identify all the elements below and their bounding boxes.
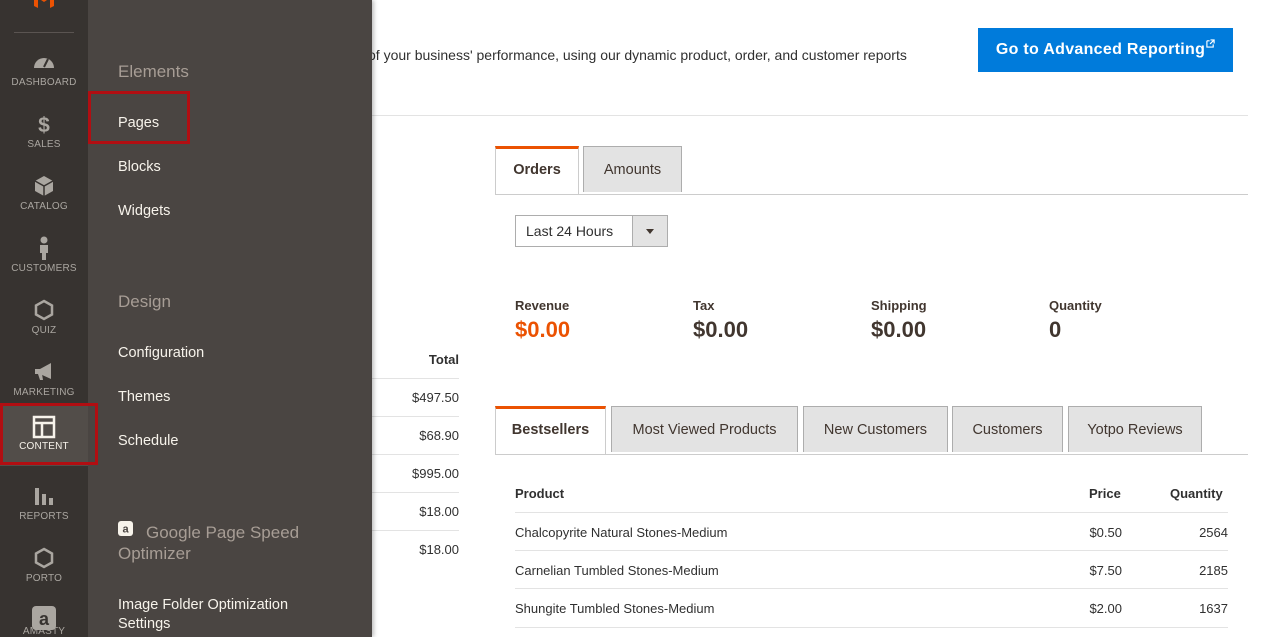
tax-value: $0.00	[693, 317, 749, 342]
table-row: $68.90	[372, 416, 459, 455]
nav-item-amasty[interactable]: a Amasty	[0, 600, 88, 637]
nav-item-dashboard[interactable]: Dashboard	[0, 44, 88, 106]
content-submenu: Elements Pages Blocks Widgets Design Con…	[88, 0, 372, 637]
price-cell: $0.50	[1089, 525, 1122, 540]
quantity-label: Quantity	[1049, 298, 1102, 313]
submenu-item-image-folder-optimization[interactable]: Image Folder Optimization Settings	[118, 596, 338, 634]
nav-item-customers[interactable]: Customers	[0, 230, 88, 292]
dollar-icon: $	[38, 114, 50, 136]
submenu-item-widgets[interactable]: Widgets	[118, 203, 170, 219]
tab-new-customers[interactable]: New Customers	[803, 406, 948, 452]
person-icon	[40, 236, 48, 260]
quantity-cell: 1637	[1199, 601, 1228, 616]
bar-chart-icon	[35, 488, 53, 505]
tab-most-viewed-products[interactable]: Most Viewed Products	[611, 406, 798, 452]
nav-item-sales[interactable]: $ Sales	[0, 106, 88, 168]
total-cell: $18.00	[419, 504, 459, 519]
nav-label: Reports	[19, 511, 69, 522]
elements-section-title: Elements	[118, 62, 189, 81]
tab-orders[interactable]: Orders	[495, 146, 579, 194]
tab-bestsellers[interactable]: Bestsellers	[495, 406, 606, 454]
layout-icon	[32, 415, 56, 439]
dashboard-icon	[34, 58, 54, 68]
tabs-baseline	[495, 194, 1248, 195]
megaphone-icon	[35, 363, 51, 380]
nav-label: Porto	[25, 573, 63, 584]
hexagon-icon	[34, 547, 54, 569]
total-cell: $497.50	[412, 390, 459, 405]
product-cell: Chalcopyrite Natural Stones-Medium	[515, 525, 728, 540]
svg-text:$: $	[38, 114, 50, 136]
price-cell: $2.00	[1089, 601, 1122, 616]
price-cell: $7.50	[1089, 563, 1122, 578]
total-column-header: Total	[428, 352, 459, 367]
nav-item-content[interactable]: Content	[0, 404, 88, 466]
nav-label: Customers	[11, 263, 77, 274]
period-select[interactable]: Last 24 Hours	[515, 215, 668, 247]
quantity-value: 0	[1049, 317, 1062, 342]
revenue-value: $0.00	[515, 317, 571, 342]
shipping-label: Shipping	[871, 298, 927, 313]
table-row: $18.00	[372, 530, 459, 569]
product-cell: Carnelian Tumbled Stones-Medium	[515, 563, 719, 578]
design-section-title: Design	[118, 292, 171, 311]
main-nav: Dashboard $ Sales Catalog Customers Quiz…	[0, 0, 88, 637]
quantity-column-header: Quantity	[1170, 486, 1223, 501]
nav-label: Amasty	[22, 626, 66, 637]
product-column-header: Product	[515, 486, 565, 501]
nav-label: Sales	[27, 139, 61, 150]
hexagon-icon	[34, 299, 54, 321]
table-row: $18.00	[372, 492, 459, 531]
divider	[372, 115, 1248, 116]
total-cell: $995.00	[412, 466, 459, 481]
shipping-value: $0.00	[871, 317, 927, 342]
nav-label: Dashboard	[11, 77, 77, 88]
tabs-baseline	[495, 454, 1248, 455]
table-row: $995.00	[372, 454, 459, 493]
submenu-item-schedule[interactable]: Schedule	[118, 433, 178, 449]
period-select-value: Last 24 Hours	[526, 223, 614, 239]
price-column-header: Price	[1089, 486, 1121, 501]
nav-item-porto[interactable]: Porto	[0, 540, 88, 602]
nav-item-reports[interactable]: Reports	[0, 478, 88, 540]
total-cell: $68.90	[419, 428, 459, 443]
table-row[interactable]: Shungite Tumbled Stones-Medium $2.00 163…	[515, 588, 1228, 628]
magento-logo-icon	[34, 0, 54, 8]
nav-label: Content	[19, 441, 69, 452]
advanced-reporting-button[interactable]: Go to Advanced Reporting	[978, 28, 1233, 72]
table-row: $497.50	[372, 378, 459, 417]
gpso-section-title: Google Page Speed Optimizer	[118, 523, 300, 563]
nav-label: Quiz	[31, 325, 57, 336]
submenu-item-themes[interactable]: Themes	[118, 389, 170, 405]
tab-yotpo-reviews[interactable]: Yotpo Reviews	[1068, 406, 1202, 452]
submenu-item-blocks[interactable]: Blocks	[118, 159, 161, 175]
nav-divider	[14, 32, 74, 33]
dashboard-description: of your business' performance, using our…	[368, 47, 907, 63]
table-row[interactable]: Chalcopyrite Natural Stones-Medium $0.50…	[515, 512, 1228, 551]
external-link-icon	[1206, 39, 1215, 48]
tab-customers[interactable]: Customers	[952, 406, 1063, 452]
tab-amounts[interactable]: Amounts	[583, 146, 682, 192]
total-cell: $18.00	[419, 542, 459, 557]
submenu-item-pages[interactable]: Pages	[118, 115, 159, 131]
nav-label: Catalog	[20, 201, 68, 212]
tax-label: Tax	[693, 298, 715, 313]
table-row[interactable]: Carnelian Tumbled Stones-Medium $7.50 21…	[515, 550, 1228, 589]
advanced-reporting-label: Go to Advanced Reporting	[995, 41, 1206, 58]
product-cell: Shungite Tumbled Stones-Medium	[515, 601, 715, 616]
nav-item-quiz[interactable]: Quiz	[0, 292, 88, 354]
quantity-cell: 2185	[1199, 563, 1228, 578]
quantity-cell: 2564	[1199, 525, 1228, 540]
nav-item-catalog[interactable]: Catalog	[0, 168, 88, 230]
chevron-down-icon[interactable]	[632, 216, 667, 246]
box-icon	[34, 176, 54, 196]
nav-label: Marketing	[13, 387, 75, 398]
submenu-item-configuration[interactable]: Configuration	[118, 345, 204, 361]
revenue-label: Revenue	[515, 298, 570, 313]
